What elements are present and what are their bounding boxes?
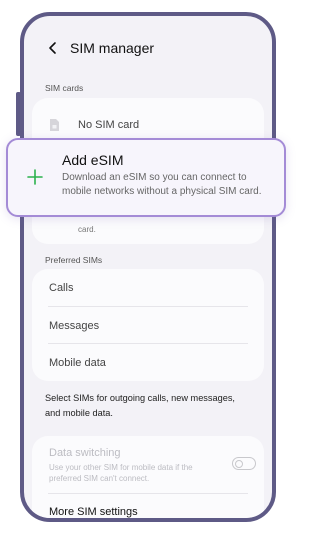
hidden-desc-tail: card. (78, 225, 96, 234)
sim-manager-screen: SIM manager SIM cards No SIM card card. … (24, 16, 272, 518)
plus-icon (27, 169, 43, 185)
back-arrow-icon[interactable] (46, 41, 60, 55)
preferred-sims-card: Calls Messages Mobile data (32, 269, 264, 381)
data-switching-toggle[interactable] (232, 457, 256, 470)
divider (48, 306, 248, 307)
more-sim-settings-item[interactable]: More SIM settings (49, 506, 138, 518)
data-switching-title[interactable]: Data switching (49, 447, 121, 459)
header: SIM manager (46, 40, 154, 56)
data-switching-description: Use your other SIM for mobile data if th… (49, 463, 193, 483)
phone-frame: SIM manager SIM cards No SIM card card. … (20, 12, 276, 522)
add-esim-title: Add eSIM (62, 152, 124, 168)
messages-item[interactable]: Messages (49, 320, 99, 332)
page-title: SIM manager (70, 40, 155, 56)
add-esim-card[interactable]: Add eSIM Download an eSIM so you can con… (6, 138, 286, 217)
preferred-sims-section-label: Preferred SIMs (45, 255, 103, 265)
sim-cards-section-label: SIM cards (45, 83, 84, 93)
calls-item[interactable]: Calls (49, 282, 73, 294)
add-esim-description: Download an eSIM so you can connect to m… (62, 172, 262, 197)
no-sim-card-label: No SIM card (78, 119, 140, 131)
divider (48, 343, 248, 344)
preferred-sims-note: Select SIMs for outgoing calls, new mess… (45, 393, 235, 418)
sim-card-icon (50, 119, 59, 131)
divider (48, 493, 248, 494)
data-switching-card: Data switching Use your other SIM for mo… (32, 436, 264, 518)
mobile-data-item[interactable]: Mobile data (49, 357, 106, 369)
toggle-knob (235, 459, 243, 468)
